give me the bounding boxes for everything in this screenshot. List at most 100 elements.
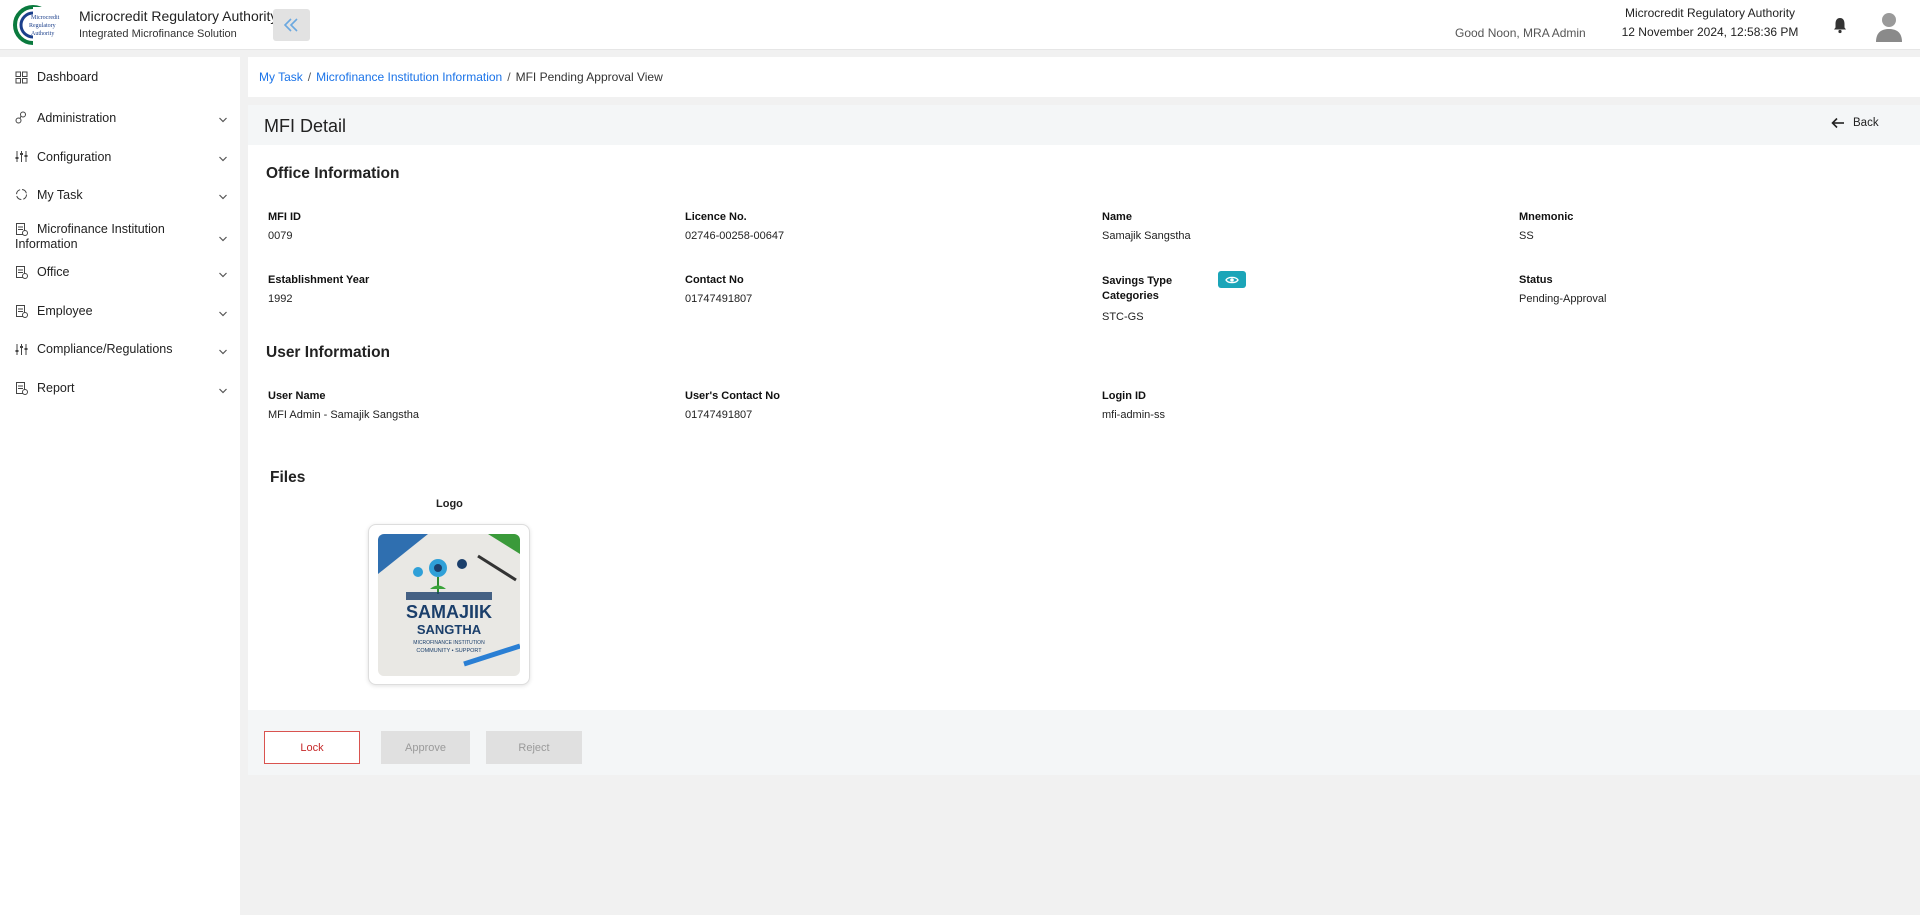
field-value: mfi-admin-ss: [1102, 409, 1165, 421]
sliders-icon: [15, 344, 28, 355]
sidebar-item-label: Report: [37, 381, 75, 395]
sidebar-collapse-button[interactable]: [273, 9, 310, 41]
field-value: Pending-Approval: [1519, 293, 1607, 305]
sidebar-item-mfi-information[interactable]: Microfinance Institution Information: [0, 220, 240, 260]
field-label: Mnemonic: [1519, 211, 1574, 223]
logo-word-3: MICROFINANCE INSTITUTION: [413, 640, 485, 646]
field-value: 01747491807: [685, 293, 753, 305]
field-label: MFI ID: [268, 211, 301, 223]
chevron-down-icon: [219, 272, 227, 278]
chevron-down-icon: [219, 194, 227, 200]
back-label: Back: [1853, 117, 1879, 129]
chevron-down-icon: [219, 349, 227, 355]
field-licence-no: Licence No. 02746-00258-00647: [685, 211, 784, 242]
logo-text-1: Microcredit: [31, 15, 60, 21]
action-bar: Lock Approve Reject: [248, 710, 1920, 775]
admin-icon: [15, 111, 26, 124]
sidebar-item-compliance[interactable]: Compliance/Regulations: [0, 337, 240, 373]
reject-button[interactable]: Reject: [486, 731, 582, 764]
sidebar-item-dashboard[interactable]: Dashboard: [0, 65, 240, 101]
org-name: Microcredit Regulatory Authority: [1624, 6, 1796, 20]
field-label: Savings Type Categories: [1102, 275, 1173, 302]
breadcrumb-bar: My Task / Microfinance Institution Informa…: [248, 57, 1920, 97]
field-user-contact-no: User's Contact No 01747491807: [685, 390, 780, 421]
sidebar-item-office[interactable]: Office: [0, 259, 240, 295]
sidebar-item-label: Office: [37, 265, 70, 279]
breadcrumb-separator: /: [507, 70, 511, 84]
page-title-bar: MFI Detail Back: [248, 105, 1920, 145]
document-icon: [16, 266, 28, 279]
sidebar-item-label: Employee: [37, 304, 93, 318]
field-contact-no: Contact No 01747491807: [685, 274, 752, 305]
logo-text-3: Authority: [31, 31, 54, 37]
field-savings-type-categories: Savings Type Categories STC-GS: [1102, 274, 1182, 323]
grid-icon: [15, 71, 28, 84]
field-value: MFI Admin - Samajik Sangstha: [268, 409, 420, 421]
eye-icon: [1225, 276, 1239, 283]
sidebar-item-configuration[interactable]: Configuration: [0, 143, 240, 179]
sidebar-item-label: Administration: [37, 111, 117, 125]
field-value: STC-GS: [1102, 311, 1144, 323]
logo-text-2: Regulatory: [29, 23, 56, 29]
double-chevron-left-icon: [283, 18, 298, 32]
sidebar-item-report[interactable]: Report: [0, 375, 240, 411]
user-avatar-icon[interactable]: [1874, 10, 1904, 42]
sidebar-item-administration[interactable]: Administration: [0, 104, 240, 140]
field-label: Login ID: [1102, 390, 1146, 402]
logo-file-card[interactable]: SAMAJIIK SANGTHA MICROFINANCE INSTITUTIO…: [368, 524, 530, 685]
greeting-text: Good Noon, MRA Admin: [1455, 26, 1586, 40]
field-value: 1992: [268, 293, 293, 305]
mfi-logo-image: SAMAJIIK SANGTHA MICROFINANCE INSTITUTIO…: [378, 534, 520, 676]
mfi-detail-panel: MFI Detail Back Office Information MFI I…: [248, 105, 1920, 775]
logo-illustration: SAMAJIIK SANGTHA MICROFINANCE INSTITUTIO…: [378, 534, 520, 676]
chevron-down-icon: [219, 236, 227, 242]
top-header: Microcredit Regulatory Authority Microcr…: [0, 0, 1920, 50]
sidebar: Dashboard Administration Configuration M…: [0, 57, 240, 915]
sidebar-item-label: My Task: [37, 188, 83, 202]
lock-button[interactable]: Lock: [264, 731, 360, 764]
field-status: Status Pending-Approval: [1519, 274, 1606, 305]
chevron-down-icon: [219, 117, 227, 123]
office-info-title: Office Information: [266, 165, 400, 182]
field-value: SS: [1519, 230, 1534, 242]
field-label: Name: [1102, 211, 1132, 223]
back-button[interactable]: Back: [1831, 117, 1879, 129]
breadcrumb: My Task / Microfinance Institution Informa…: [259, 70, 663, 84]
document-icon: [16, 305, 28, 318]
breadcrumb-link-mfi-information[interactable]: Microfinance Institution Information: [316, 70, 502, 84]
field-value: 01747491807: [685, 409, 753, 421]
sliders-icon: [15, 151, 28, 162]
mra-logo: Microcredit Regulatory Authority: [13, 5, 71, 46]
approve-button[interactable]: Approve: [381, 731, 470, 764]
field-user-name: User Name MFI Admin - Samajik Sangstha: [268, 390, 419, 421]
field-mnemonic: Mnemonic SS: [1519, 211, 1573, 242]
brand-block: Microcredit Regulatory Authority Integra…: [79, 8, 277, 40]
breadcrumb-link-my-task[interactable]: My Task: [259, 70, 303, 84]
field-label: User Name: [268, 390, 326, 402]
field-value: 0079: [268, 230, 293, 242]
view-savings-types-button[interactable]: [1218, 271, 1246, 288]
sidebar-item-employee[interactable]: Employee: [0, 298, 240, 334]
sidebar-item-my-task[interactable]: My Task: [0, 181, 240, 217]
sidebar-item-label: Compliance/Regulations: [37, 342, 173, 356]
field-label: Status: [1519, 274, 1553, 286]
field-establishment-year: Establishment Year 1992: [268, 274, 369, 305]
breadcrumb-separator: /: [307, 70, 312, 84]
field-mfi-id: MFI ID 0079: [268, 211, 301, 242]
logo-word-1: SAMAJIIK: [406, 602, 492, 622]
field-label: Licence No.: [685, 211, 747, 223]
field-label: Establishment Year: [268, 274, 370, 286]
brand-subtitle: Integrated Microfinance Solution: [79, 28, 237, 40]
chevron-down-icon: [219, 311, 227, 317]
sidebar-item-label: Configuration: [37, 150, 112, 164]
datetime-text: 12 November 2024, 12:58:36 PM: [1621, 25, 1799, 39]
field-login-id: Login ID mfi-admin-ss: [1102, 390, 1165, 421]
user-info-title: User Information: [266, 344, 391, 361]
task-icon: [16, 189, 27, 200]
org-datetime-block: Microcredit Regulatory Authority 12 Nove…: [1620, 6, 1800, 39]
chevron-down-icon: [219, 388, 227, 394]
field-name: Name Samajik Sangstha: [1102, 211, 1191, 242]
sidebar-item-label: Dashboard: [37, 70, 99, 84]
bell-icon[interactable]: [1831, 16, 1849, 34]
document-icon: [16, 382, 28, 395]
